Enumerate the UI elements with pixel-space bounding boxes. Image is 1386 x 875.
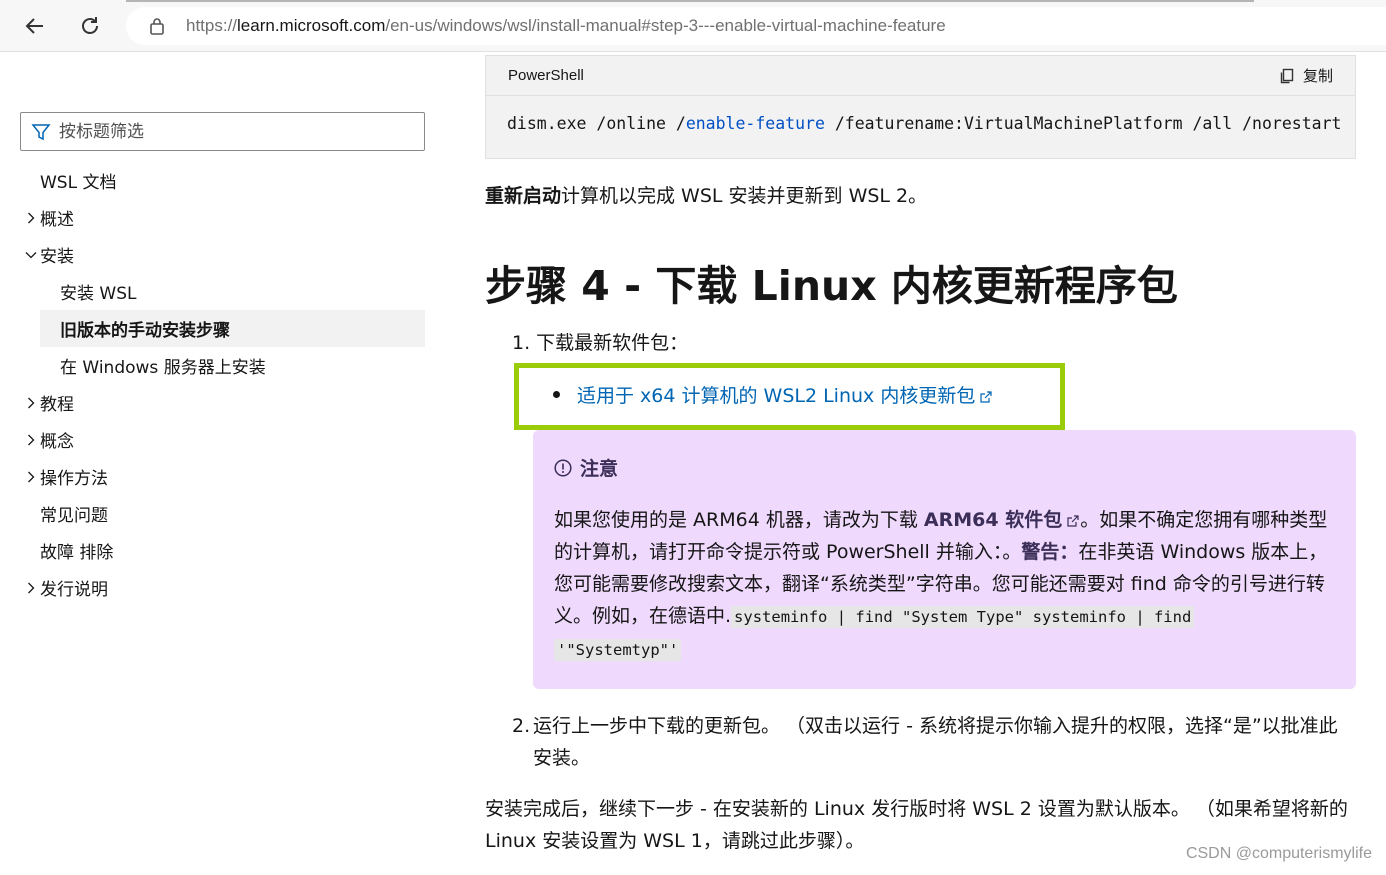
toc-item[interactable]: 概述 <box>20 199 425 236</box>
toc-item[interactable]: 在 Windows 服务器上安装 <box>20 347 425 384</box>
code-command: dism.exe /online /enable-feature /featur… <box>486 96 1355 151</box>
filter-icon <box>31 122 51 142</box>
external-link-icon <box>1066 514 1080 528</box>
watermark: CSDN @computerismylife <box>1185 845 1372 862</box>
arm64-link[interactable]: ARM64 软件包 <box>924 509 1080 531</box>
info-icon <box>554 458 572 477</box>
toc-item-label: 安装 WSL <box>60 284 137 304</box>
code-header: PowerShell 复制 <box>486 56 1355 96</box>
external-link-icon <box>979 390 993 404</box>
back-button[interactable] <box>19 10 51 42</box>
url-text: https://learn.microsoft.com/en-us/window… <box>186 16 946 36</box>
code-language: PowerShell <box>508 67 584 84</box>
reload-icon <box>82 17 98 34</box>
restart-text: 计算机以完成 WSL 安装并更新到 WSL 2。 <box>561 185 928 207</box>
chevron-right-icon <box>24 470 38 484</box>
tab-strip-edge <box>126 0 1254 2</box>
chevron-right-icon <box>24 433 38 447</box>
step-2-number: 2. <box>512 715 531 737</box>
toc-item[interactable]: 概念 <box>20 421 425 458</box>
note-text-1: 如果您使用的是 ARM64 机器，请改为下载 <box>554 509 924 531</box>
inline-code-1: systeminfo | find "System Type" systemin… <box>731 606 1195 628</box>
chevron-right-icon <box>24 211 38 225</box>
filter-input[interactable] <box>59 121 399 142</box>
restart-paragraph: 重新启动计算机以完成 WSL 安装并更新到 WSL 2。 <box>485 180 927 212</box>
toc-item[interactable]: 安装 WSL <box>20 273 425 310</box>
toc-sidebar: WSL 文档概述安装安装 WSL 旧版本的手动安装步骤在 Windows 服务器上… <box>0 52 440 875</box>
lock-icon <box>148 16 166 36</box>
toc-item-label: 旧版本的手动安装步骤 <box>60 321 230 341</box>
section-heading: 步骤 4 - 下载 Linux 内核更新程序包 <box>485 262 1178 310</box>
toc-list: WSL 文档 概述安装安装 WSL 旧版本的手动安装步骤在 Windows 服务器上… <box>20 162 425 606</box>
toc-item-label: 安装 <box>40 247 74 267</box>
arm64-link-text: ARM64 软件包 <box>923 509 1063 531</box>
note-callout: 注意 如果您使用的是 ARM64 机器，请改为下载 ARM64 软件包 。如果不确… <box>533 430 1356 689</box>
note-header: 注意 <box>554 454 618 481</box>
download-link[interactable]: 适用于 x64 计算机的 WSL2 Linux 内核更新包 <box>577 381 993 408</box>
toc-item[interactable]: 常见问题 <box>20 495 425 532</box>
download-link-text: 适用于 x64 计算机的 WSL2 Linux 内核更新包 <box>577 385 976 407</box>
toc-item[interactable]: 旧版本的手动安装步骤 <box>40 310 425 347</box>
toc-item-label: 教程 <box>40 395 74 415</box>
arrow-left-icon <box>25 18 43 34</box>
note-title: 注意 <box>580 458 619 480</box>
step-2: 2. 运行上一步中下载的更新包。 （双击以运行 - 系统将提示你输入提升的权限，… <box>512 710 1352 774</box>
toc-item[interactable]: 发行说明 <box>20 569 425 606</box>
warning-label: 警告： <box>1021 541 1079 563</box>
bullet <box>553 391 560 398</box>
toc-item-label: 常见问题 <box>40 506 108 526</box>
copy-button[interactable]: 复制 <box>1279 65 1333 86</box>
toc-item-label: 在 Windows 服务器上安装 <box>60 358 266 378</box>
toc-item-label: 发行说明 <box>40 580 108 600</box>
toc-item[interactable]: WSL 文档 <box>20 162 425 199</box>
chevron-right-icon <box>24 396 38 410</box>
url-prefix: https:// <box>186 16 238 35</box>
cmd-part-1: dism.exe /online / <box>507 114 686 133</box>
inline-code-2: '"Systemtyp"' <box>554 639 682 661</box>
note-body: 如果您使用的是 ARM64 机器，请改为下载 ARM64 软件包 。如果不确定您拥… <box>554 504 1336 666</box>
toc-item-label: 概述 <box>40 210 74 230</box>
reload-button[interactable] <box>74 10 106 42</box>
filter-box[interactable] <box>20 112 425 151</box>
toc-item[interactable]: 安装 <box>20 236 425 273</box>
cmd-keyword: enable-feature <box>685 114 825 133</box>
browser-toolbar: https://learn.microsoft.com/en-us/window… <box>0 0 1386 52</box>
restart-bold: 重新启动 <box>485 185 562 207</box>
address-bar[interactable]: https://learn.microsoft.com/en-us/window… <box>126 7 1386 45</box>
chevron-right-icon <box>24 581 38 595</box>
url-path: /en-us/windows/wsl/install-manual#step-3… <box>385 16 946 35</box>
toc-item[interactable]: 教程 <box>20 384 425 421</box>
chevron-down-icon <box>24 248 38 262</box>
toc-item[interactable]: 操作方法 <box>20 458 425 495</box>
toc-item-label: WSL 文档 <box>40 173 117 193</box>
copy-icon <box>1280 68 1294 83</box>
toc-item-label: 概念 <box>40 432 74 452</box>
toc-item-label: 操作方法 <box>40 469 108 489</box>
toc-item[interactable]: 故障 排除 <box>20 532 425 569</box>
copy-label: 复制 <box>1302 68 1333 85</box>
toc-item-label: 故障 排除 <box>40 543 114 563</box>
cmd-part-2: /featurename:VirtualMachinePlatform /all… <box>824 114 1342 133</box>
url-host: learn.microsoft.com <box>237 16 386 35</box>
step-2-text: 运行上一步中下载的更新包。 （双击以运行 - 系统将提示你输入提升的权限，选择“… <box>533 715 1338 769</box>
step-1-label: 1. 下载最新软件包： <box>512 332 689 354</box>
code-block: PowerShell 复制 dism.exe /online /enable-f… <box>485 55 1356 159</box>
download-list-item: 适用于 x64 计算机的 WSL2 Linux 内核更新包 <box>553 381 993 408</box>
